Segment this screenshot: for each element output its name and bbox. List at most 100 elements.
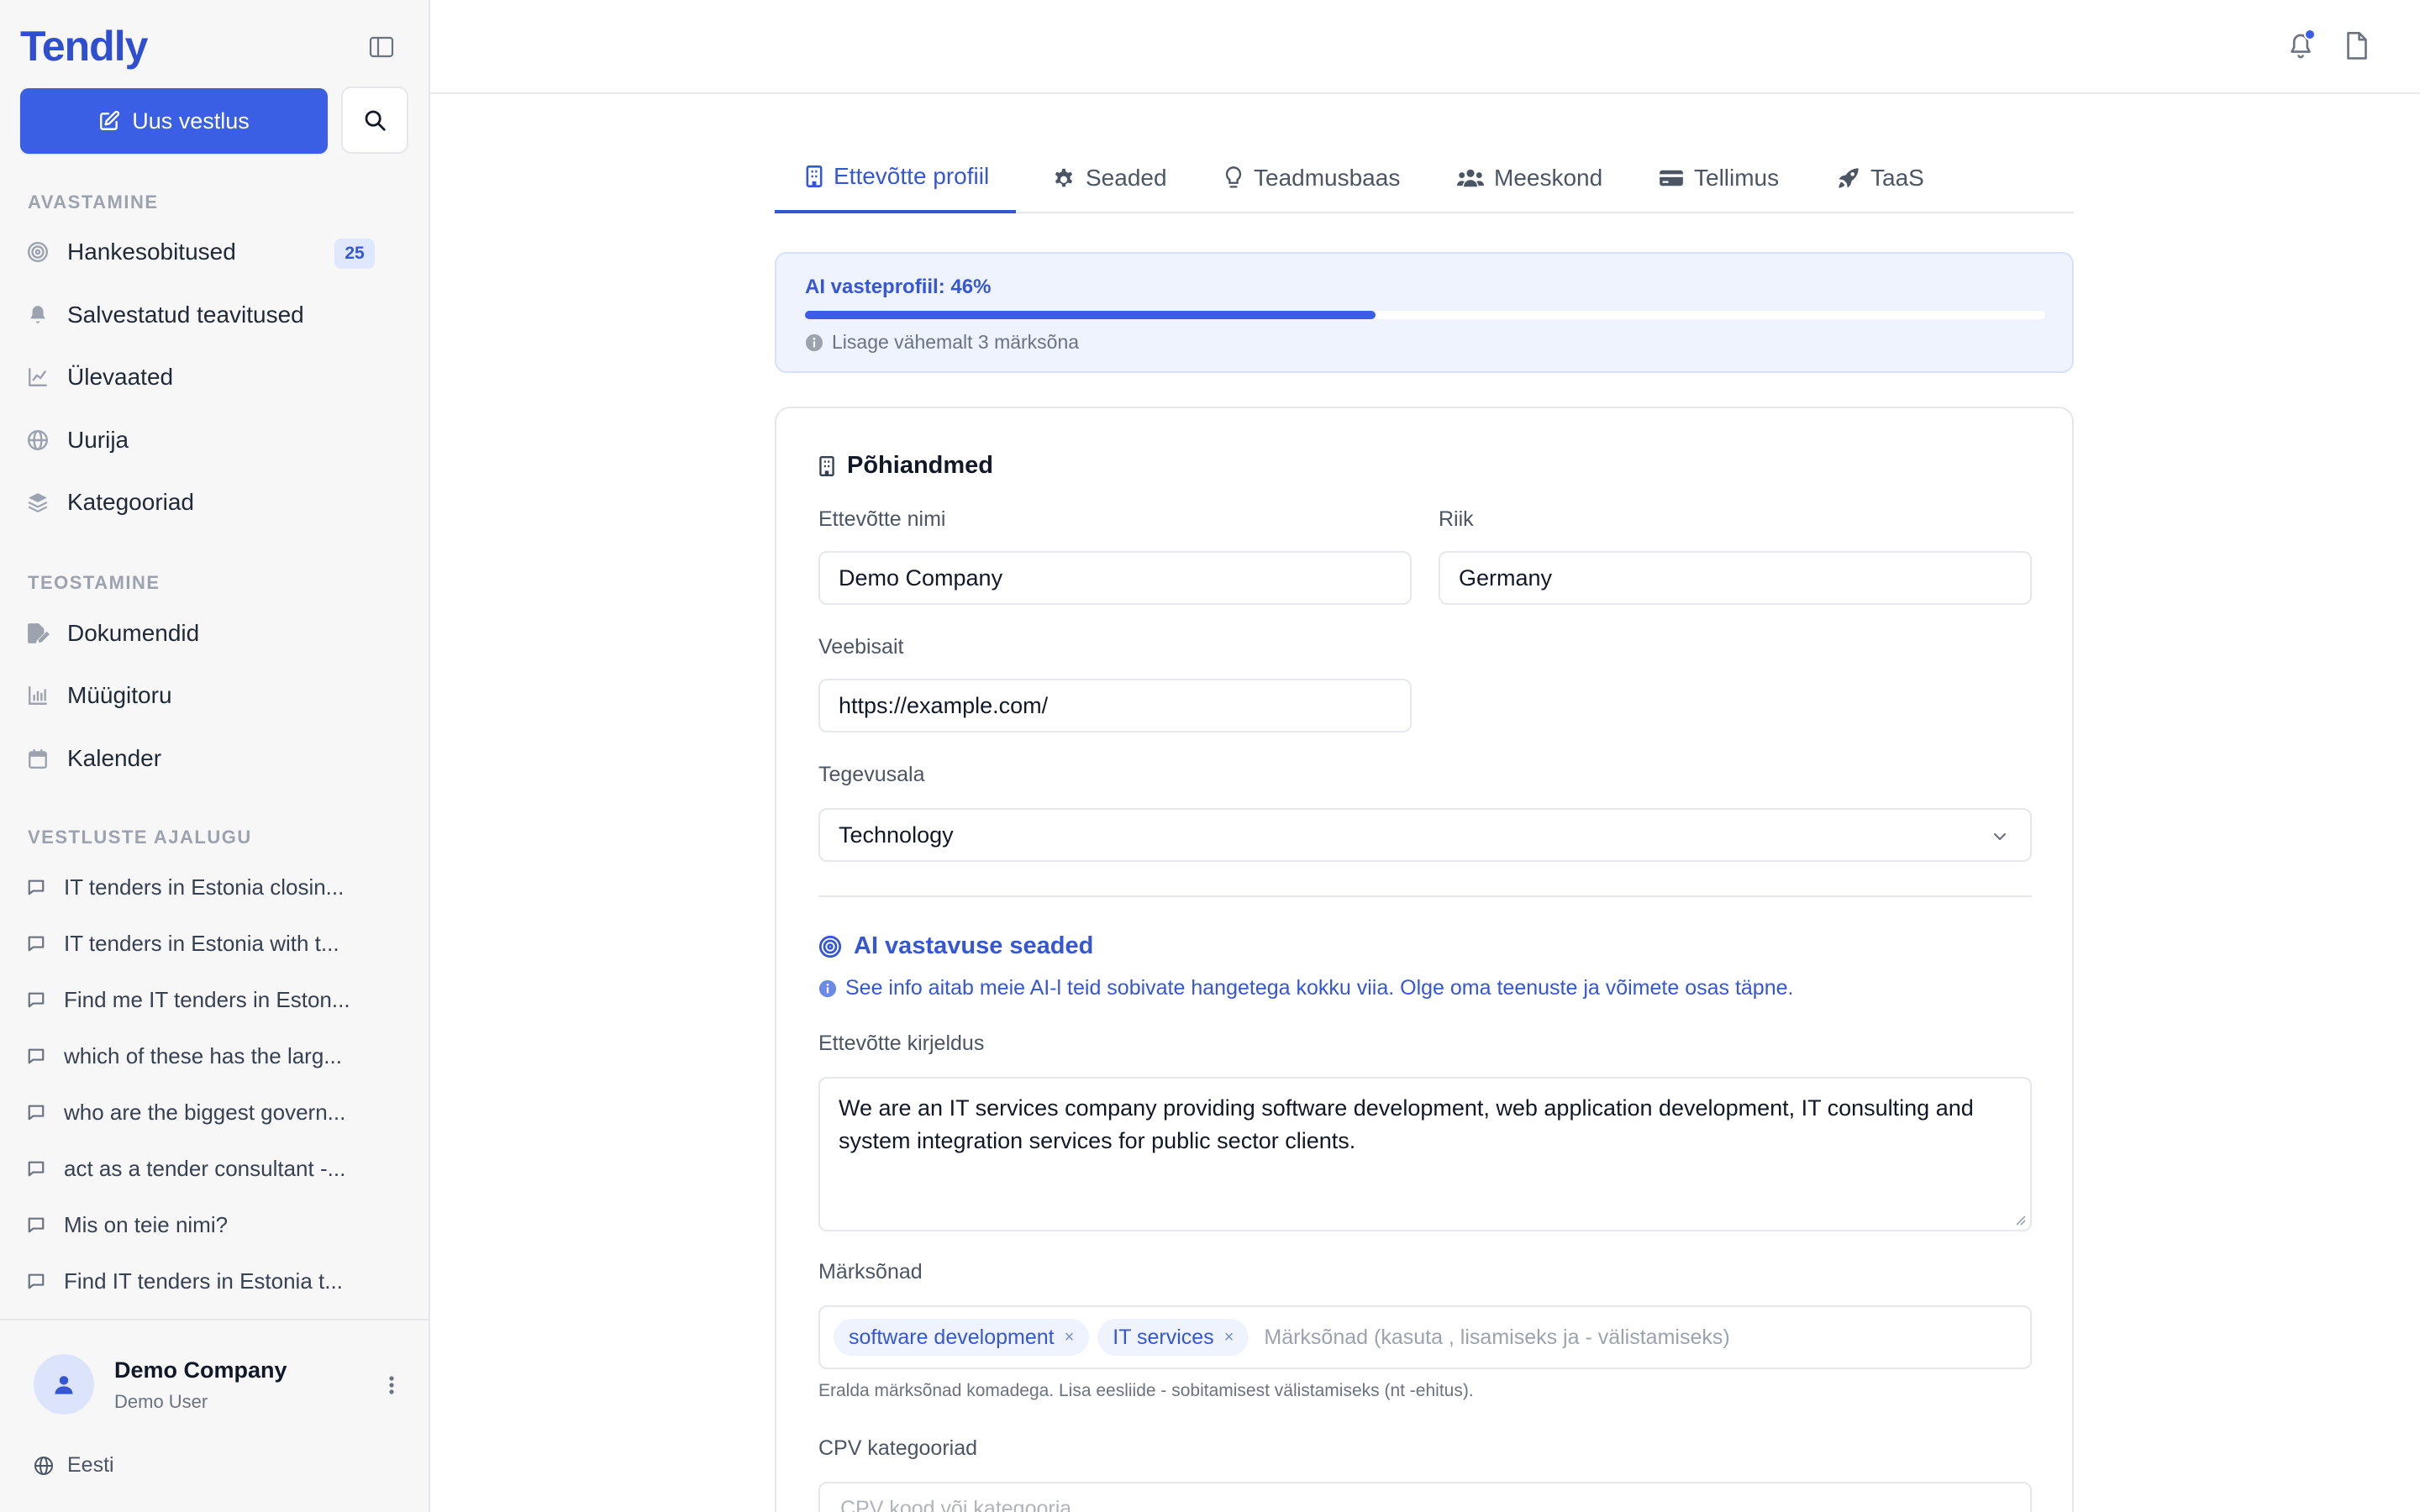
new-chat-label: Uus vestlus	[132, 108, 250, 134]
sidebar-item-kategooriad[interactable]: Kategooriad	[20, 476, 408, 528]
history-item-label: who are the biggest govern...	[64, 1099, 346, 1125]
sidebar-item-label: Salvestatud teavitused	[67, 302, 304, 328]
history-item[interactable]: IT tenders in Estonia with t...	[20, 920, 408, 967]
history-item-label: Find me IT tenders in Eston...	[64, 986, 350, 1012]
globe-icon	[34, 1456, 54, 1476]
company-name-field[interactable]: Demo Company	[818, 551, 1412, 605]
calendar-icon	[27, 748, 67, 769]
target-icon	[27, 241, 67, 263]
user-role: Demo User	[114, 1391, 208, 1412]
resize-handle-icon[interactable]	[2013, 1213, 2027, 1226]
website-field[interactable]: https://example.com/	[818, 679, 1412, 732]
country-field[interactable]: Germany	[1439, 551, 2032, 605]
cpv-label: CPV kategooriad	[818, 1436, 978, 1460]
section-label-create: TEOSTAMINE	[28, 572, 160, 593]
sidebar-item-muugitoru[interactable]: Müügitoru	[20, 669, 408, 722]
keywords-help-text: Eralda märksõnad komadega. Lisa eesliide…	[818, 1381, 1474, 1400]
sidebar-item-label: Kalender	[67, 745, 162, 771]
progress-bar	[805, 311, 2045, 319]
new-chat-button[interactable]: Uus vestlus	[20, 88, 328, 154]
bar-chart-icon	[27, 685, 67, 706]
notification-dot	[2304, 29, 2316, 40]
history-item[interactable]: IT tenders in Estonia closin...	[20, 864, 408, 911]
company-description-text: We are an IT services company providing …	[839, 1095, 1974, 1153]
keyword-tag-label: IT services	[1113, 1325, 1214, 1349]
lightbulb-icon	[1223, 165, 1244, 191]
keyword-tag: software development ×	[834, 1319, 1090, 1356]
sidebar-item-label: Ülevaated	[67, 364, 174, 390]
company-description-textarea[interactable]: We are an IT services company providing …	[818, 1077, 2032, 1231]
count-badge: 25	[334, 239, 375, 269]
building-icon	[818, 455, 835, 477]
sidebar-item-label: Uurija	[67, 427, 129, 453]
tab-teadmusbaas[interactable]: Teadmusbaas	[1223, 143, 1400, 213]
message-icon	[27, 1159, 64, 1178]
layers-icon	[27, 491, 67, 513]
sidebar-item-label: Müügitoru	[67, 682, 172, 708]
language-selector[interactable]: Eesti	[34, 1453, 114, 1478]
sidebar-item-label: Dokumendid	[67, 620, 200, 646]
sidebar-item-hankesobitused[interactable]: Hankesobitused 25	[20, 226, 408, 278]
document-icon[interactable]	[2344, 32, 2370, 60]
history-item[interactable]: act as a tender consultant -...	[20, 1145, 408, 1192]
info-icon	[805, 333, 823, 352]
avatar[interactable]	[34, 1354, 94, 1415]
chevron-down-icon	[1990, 827, 2010, 847]
user-panel: Demo Company Demo User Eesti	[0, 1319, 429, 1512]
history-item[interactable]: Find IT tenders in Estonia t...	[20, 1257, 408, 1305]
history-item[interactable]: Mis on teie nimi?	[20, 1201, 408, 1248]
history-item-label: IT tenders in Estonia with t...	[64, 930, 339, 956]
sidebar-item-dokumendid[interactable]: Dokumendid	[20, 607, 408, 659]
sidebar-item-uurija[interactable]: Uurija	[20, 414, 408, 466]
sidebar-item-salvestatud-teavitused[interactable]: Salvestatud teavitused	[20, 289, 408, 341]
credit-card-icon	[1659, 168, 1684, 188]
more-vertical-icon[interactable]	[383, 1373, 400, 1398]
progress-title: AI vasteprofiil: 46%	[805, 276, 992, 298]
line-chart-icon	[27, 366, 67, 388]
user-name: Demo Company	[114, 1357, 287, 1383]
sidebar-toggle-icon[interactable]	[365, 32, 398, 62]
search-icon	[362, 108, 387, 133]
tab-tellimus[interactable]: Tellimus	[1659, 143, 1779, 213]
history-item[interactable]: Find me IT tenders in Eston...	[20, 976, 408, 1023]
history-item[interactable]: which of these has the larg...	[20, 1032, 408, 1079]
basic-info-heading-text: Põhiandmed	[847, 452, 994, 479]
language-label: Eesti	[67, 1453, 114, 1477]
description-label: Ettevõtte kirjeldus	[818, 1032, 985, 1055]
sidebar-item-kalender[interactable]: Kalender	[20, 732, 408, 785]
bell-icon	[27, 304, 67, 326]
tab-label: Tellimus	[1694, 165, 1780, 191]
building-icon	[805, 165, 823, 188]
message-icon	[27, 990, 64, 1009]
progress-bar-fill	[805, 311, 1376, 319]
ai-profile-progress-card: AI vasteprofiil: 46% Lisage vähemalt 3 m…	[775, 252, 2074, 373]
sidebar-item-label: Hankesobitused	[67, 239, 236, 265]
keywords-input[interactable]: software development × IT services × Mär…	[818, 1305, 2032, 1369]
keywords-label: Märksõnad	[818, 1260, 923, 1284]
industry-select[interactable]: Technology	[818, 808, 2032, 862]
section-divider	[818, 895, 2032, 897]
cpv-input[interactable]: CPV kood või kategooria	[818, 1482, 2032, 1512]
message-icon	[27, 1103, 64, 1121]
industry-select-value: Technology	[839, 822, 954, 848]
ai-info-text: See info aitab meie AI-l teid sobivate h…	[818, 976, 1793, 1000]
rocket-icon	[1837, 166, 1860, 190]
file-edit-icon	[27, 622, 67, 644]
tab-seaded[interactable]: Seaded	[1052, 143, 1167, 213]
remove-tag-icon[interactable]: ×	[1065, 1328, 1075, 1347]
keywords-placeholder[interactable]: Märksõnad (kasuta , lisamiseks ja - väli…	[1264, 1326, 1729, 1350]
tab-meeskond[interactable]: Meeskond	[1457, 143, 1602, 213]
history-item-label: IT tenders in Estonia closin...	[64, 874, 345, 900]
target-icon	[818, 935, 842, 958]
history-item-label: Mis on teie nimi?	[64, 1211, 229, 1237]
remove-tag-icon[interactable]: ×	[1224, 1328, 1234, 1347]
tab-ettevotte-profiil[interactable]: Ettevõtte profiil	[775, 143, 1017, 213]
sidebar-item-ulevaated[interactable]: Ülevaated	[20, 351, 408, 403]
history-item[interactable]: who are the biggest govern...	[20, 1089, 408, 1136]
tab-taas[interactable]: TaaS	[1837, 143, 1924, 213]
message-icon	[27, 1272, 64, 1290]
search-button[interactable]	[341, 87, 408, 154]
users-icon	[1457, 167, 1484, 189]
app-logo[interactable]: Tendly	[20, 22, 148, 71]
tab-label: Ettevõtte profiil	[834, 163, 990, 189]
